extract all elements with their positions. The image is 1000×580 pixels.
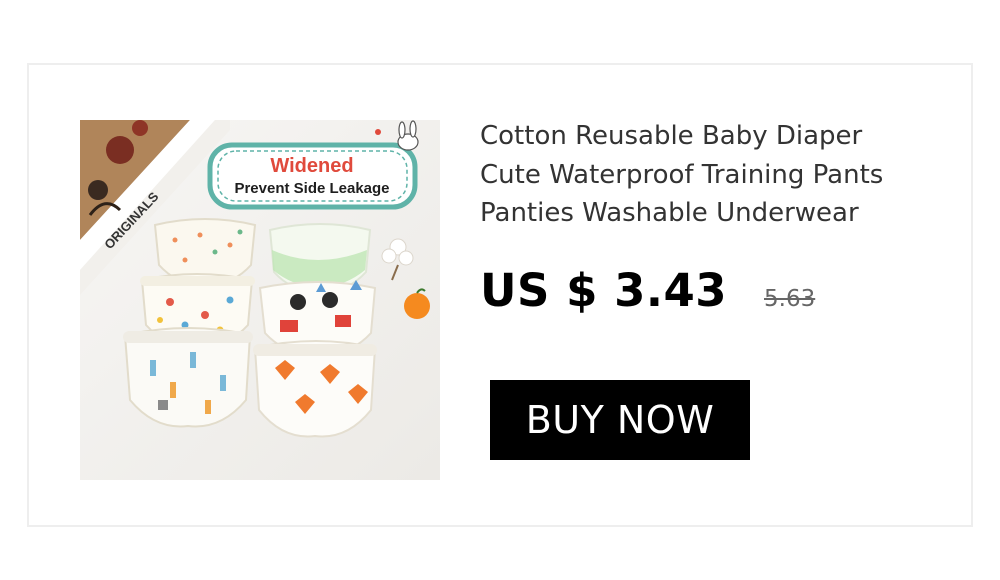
title-line-3: Panties Washable Underwear bbox=[480, 198, 859, 228]
sale-price: US $ 3.43 bbox=[480, 264, 728, 317]
product-photo: ORIGINALS Widened Prevent Side Leakage bbox=[80, 120, 440, 480]
orange bbox=[404, 293, 430, 319]
product-image[interactable]: ORIGINALS Widened Prevent Side Leakage bbox=[80, 120, 440, 480]
product-title: Cotton Reusable Baby Diaper Cute Waterpr… bbox=[480, 117, 950, 233]
badge-subtitle: Prevent Side Leakage bbox=[234, 180, 389, 197]
original-price: 5.63 bbox=[764, 286, 816, 312]
buy-now-button[interactable]: BUY NOW bbox=[490, 380, 750, 460]
widened-badge: Widened Prevent Side Leakage bbox=[207, 142, 418, 210]
title-line-1: Cotton Reusable Baby Diaper bbox=[480, 121, 863, 151]
pants-right-column bbox=[253, 223, 377, 438]
badge-title: Widened bbox=[270, 155, 353, 177]
title-line-2: Cute Waterproof Training Pants bbox=[480, 159, 884, 190]
